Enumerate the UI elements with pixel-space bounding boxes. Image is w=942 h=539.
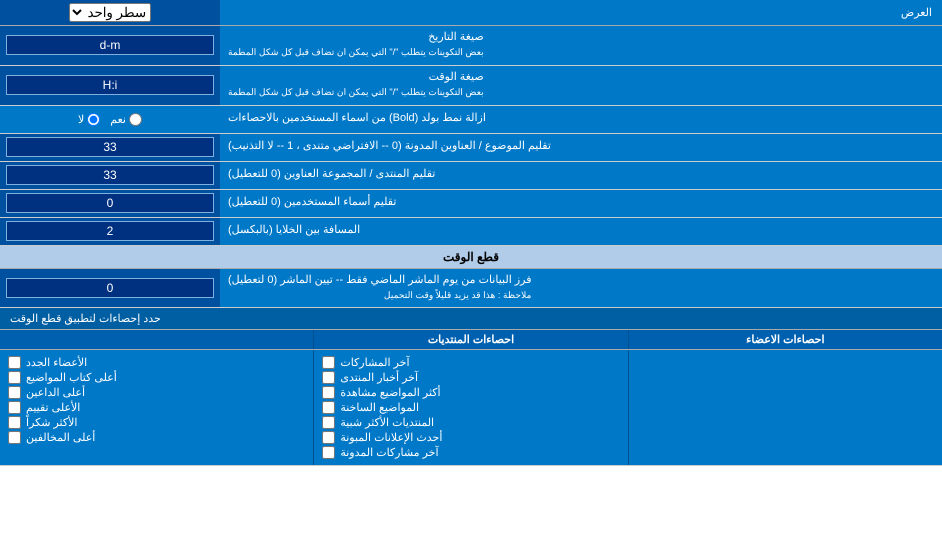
checkbox-top-referrers[interactable] [8, 386, 21, 399]
cutoff-section-header: قطع الوقت [0, 246, 942, 269]
time-format-input-cell: H:i [0, 66, 220, 105]
list-item: الأعلى تقييم [8, 401, 305, 414]
checkbox-col-right [628, 350, 942, 465]
list-item: المواضيع الساخنة [322, 401, 619, 414]
checkbox-top-posters[interactable] [8, 371, 21, 384]
time-format-input[interactable]: H:i [6, 75, 214, 95]
list-item: الأعضاء الجدد [8, 356, 305, 369]
forum-limit-label: تقليم المنتدى / المجموعة العناوين (0 للت… [220, 162, 942, 189]
date-format-row: صيغة التاريخبعض التكوينات يتطلب "/" التي… [0, 26, 942, 66]
cell-gap-row: المسافة بين الخلايا (بالبكسل) 2 [0, 218, 942, 246]
display-label: العرض [220, 2, 942, 23]
checkbox-last-posts[interactable] [322, 356, 335, 369]
checkbox-new-members[interactable] [8, 356, 21, 369]
forum-limit-input-cell: 33 [0, 162, 220, 189]
checkbox-col-forums: آخر المشاركات آخر أخبار المنتدى أكثر الم… [313, 350, 627, 465]
checkbox-top-rated[interactable] [8, 401, 21, 414]
checkbox-hot-topics[interactable] [322, 401, 335, 414]
list-item: أعلى الداعين [8, 386, 305, 399]
display-row: العرض سطر واحد سطرين ثلاثة أسطر [0, 0, 942, 26]
date-format-label: صيغة التاريخبعض التكوينات يتطلب "/" التي… [220, 26, 942, 65]
checkboxes-header-row: احصاءات الاعضاء احصاءات المنتديات [0, 330, 942, 350]
username-limit-input-cell: 0 [0, 190, 220, 217]
display-select[interactable]: سطر واحد سطرين ثلاثة أسطر [69, 3, 151, 22]
time-format-label: صيغة الوقتبعض التكوينات يتطلب "/" التي ي… [220, 66, 942, 105]
list-item: أحدث الإعلانات المبونة [322, 431, 619, 444]
topic-limit-row: تقليم الموضوع / العناوين المدونة (0 -- ا… [0, 134, 942, 162]
topic-limit-input[interactable]: 33 [6, 137, 214, 157]
bold-remove-radio-cell: نعم لا [0, 106, 220, 133]
time-format-row: صيغة الوقتبعض التكوينات يتطلب "/" التي ي… [0, 66, 942, 106]
username-limit-input[interactable]: 0 [6, 193, 214, 213]
forum-limit-row: تقليم المنتدى / المجموعة العناوين (0 للت… [0, 162, 942, 190]
col1-header: احصاءات المنتديات [313, 330, 627, 349]
checkbox-popular-forums[interactable] [322, 416, 335, 429]
forum-limit-input[interactable]: 33 [6, 165, 214, 185]
topic-limit-label: تقليم الموضوع / العناوين المدونة (0 -- ا… [220, 134, 942, 161]
list-item: المنتديات الأكثر شبية [322, 416, 619, 429]
display-select-cell: سطر واحد سطرين ثلاثة أسطر [0, 0, 220, 25]
date-format-input-cell: d-m [0, 26, 220, 65]
radio-no-label[interactable]: لا [78, 113, 100, 126]
list-item: أكثر المواضيع مشاهدة [322, 386, 619, 399]
date-format-input[interactable]: d-m [6, 35, 214, 55]
checkbox-top-warned[interactable] [8, 431, 21, 444]
checkbox-recent-announcements[interactable] [322, 431, 335, 444]
checkboxes-section: آخر المشاركات آخر أخبار المنتدى أكثر الم… [0, 350, 942, 466]
checkbox-most-viewed[interactable] [322, 386, 335, 399]
col2-header: احصاءات الاعضاء [628, 330, 942, 349]
list-item: آخر أخبار المنتدى [322, 371, 619, 384]
radio-no[interactable] [87, 113, 100, 126]
checkbox-blog-posts[interactable] [322, 446, 335, 459]
list-item: آخر مشاركات المدونة [322, 446, 619, 459]
list-item: الأكثر شكراً [8, 416, 305, 429]
cell-gap-input[interactable]: 2 [6, 221, 214, 241]
cell-gap-input-cell: 2 [0, 218, 220, 245]
list-item: آخر المشاركات [322, 356, 619, 369]
bold-remove-label: ازالة نمط بولد (Bold) من اسماء المستخدمي… [220, 106, 942, 133]
cutoff-input[interactable]: 0 [6, 278, 214, 298]
cutoff-row: فرز البيانات من يوم الماشر الماضي فقط --… [0, 269, 942, 309]
checkbox-forum-news[interactable] [322, 371, 335, 384]
checkbox-col-members: الأعضاء الجدد أعلى كتاب المواضيع أعلى ال… [0, 350, 313, 465]
radio-yes-label[interactable]: نعم [110, 113, 142, 126]
cutoff-input-cell: 0 [0, 269, 220, 308]
bold-remove-row: ازالة نمط بولد (Bold) من اسماء المستخدمي… [0, 106, 942, 134]
username-limit-label: تقليم أسماء المستخدمين (0 للتعطيل) [220, 190, 942, 217]
cutoff-label: فرز البيانات من يوم الماشر الماضي فقط --… [220, 269, 942, 308]
col3-header [0, 330, 313, 349]
checkbox-most-thanked[interactable] [8, 416, 21, 429]
topic-limit-input-cell: 33 [0, 134, 220, 161]
cell-gap-label: المسافة بين الخلايا (بالبكسل) [220, 218, 942, 245]
radio-yes[interactable] [129, 113, 142, 126]
list-item: أعلى كتاب المواضيع [8, 371, 305, 384]
username-limit-row: تقليم أسماء المستخدمين (0 للتعطيل) 0 [0, 190, 942, 218]
list-item: أعلى المخالفين [8, 431, 305, 444]
stats-apply-row: حدد إحصاءات لتطبيق قطع الوقت [0, 308, 942, 330]
